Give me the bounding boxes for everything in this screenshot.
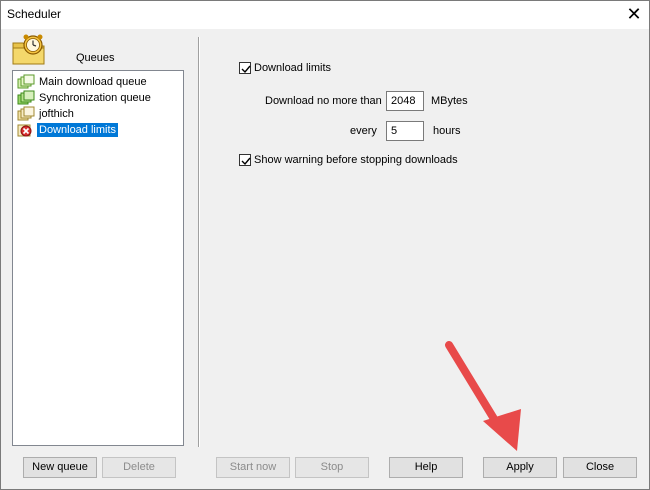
window-title: Scheduler [7,7,62,21]
close-button[interactable]: Close [563,457,637,478]
queues-heading: Queues [76,52,115,64]
no-more-than-label: Download no more than [265,95,382,107]
delete-button[interactable]: Delete [102,457,176,478]
download-limits-checkbox-row[interactable]: Download limits [239,62,331,74]
queue-item-jofthich[interactable]: jofthich [17,106,76,122]
annotation-arrow-icon [445,341,521,451]
new-queue-button[interactable]: New queue [23,457,97,478]
checkmark-icon [241,157,251,166]
queue-icon [17,106,35,121]
sync-queue-icon [17,90,35,105]
amount-input[interactable]: 2048 [386,91,424,111]
dialog-body: Queues Main download queue Synchronizati… [1,29,649,489]
queue-item-label: Main download queue [39,76,147,88]
queue-item-download-limits[interactable]: Download limits [17,122,119,138]
every-hours-input[interactable]: 5 [386,121,424,141]
queue-item-main[interactable]: Main download queue [17,74,149,90]
pane-divider [198,37,199,447]
title-bar: Scheduler ✕ [1,1,649,29]
show-warning-checkbox[interactable] [239,154,251,166]
queue-list[interactable]: Main download queue Synchronization queu… [12,70,184,446]
apply-button[interactable]: Apply [483,457,557,478]
stop-button[interactable]: Stop [295,457,369,478]
checkmark-icon [241,65,251,74]
alarm-clock-folder-icon [12,34,45,65]
download-limits-label: Download limits [254,62,332,74]
show-warning-checkbox-row[interactable]: Show warning before stopping downloads [239,154,458,166]
every-unit-label: hours [433,125,461,137]
close-window-icon[interactable]: ✕ [619,1,649,29]
queue-item-label: jofthich [39,108,74,120]
limit-queue-icon [17,124,32,137]
queue-item-label: Synchronization queue [39,92,151,104]
every-label: every [350,125,377,137]
start-now-button[interactable]: Start now [216,457,290,478]
show-warning-label: Show warning before stopping downloads [254,154,458,166]
amount-unit-label: MBytes [431,95,468,107]
help-button[interactable]: Help [389,457,463,478]
queue-item-synchronization[interactable]: Synchronization queue [17,90,153,106]
scheduler-window: Scheduler ✕ Queues Main download queue S… [0,0,650,490]
queue-item-label: Download limits [37,123,119,137]
queue-icon [17,74,35,89]
download-limits-checkbox[interactable] [239,62,251,74]
